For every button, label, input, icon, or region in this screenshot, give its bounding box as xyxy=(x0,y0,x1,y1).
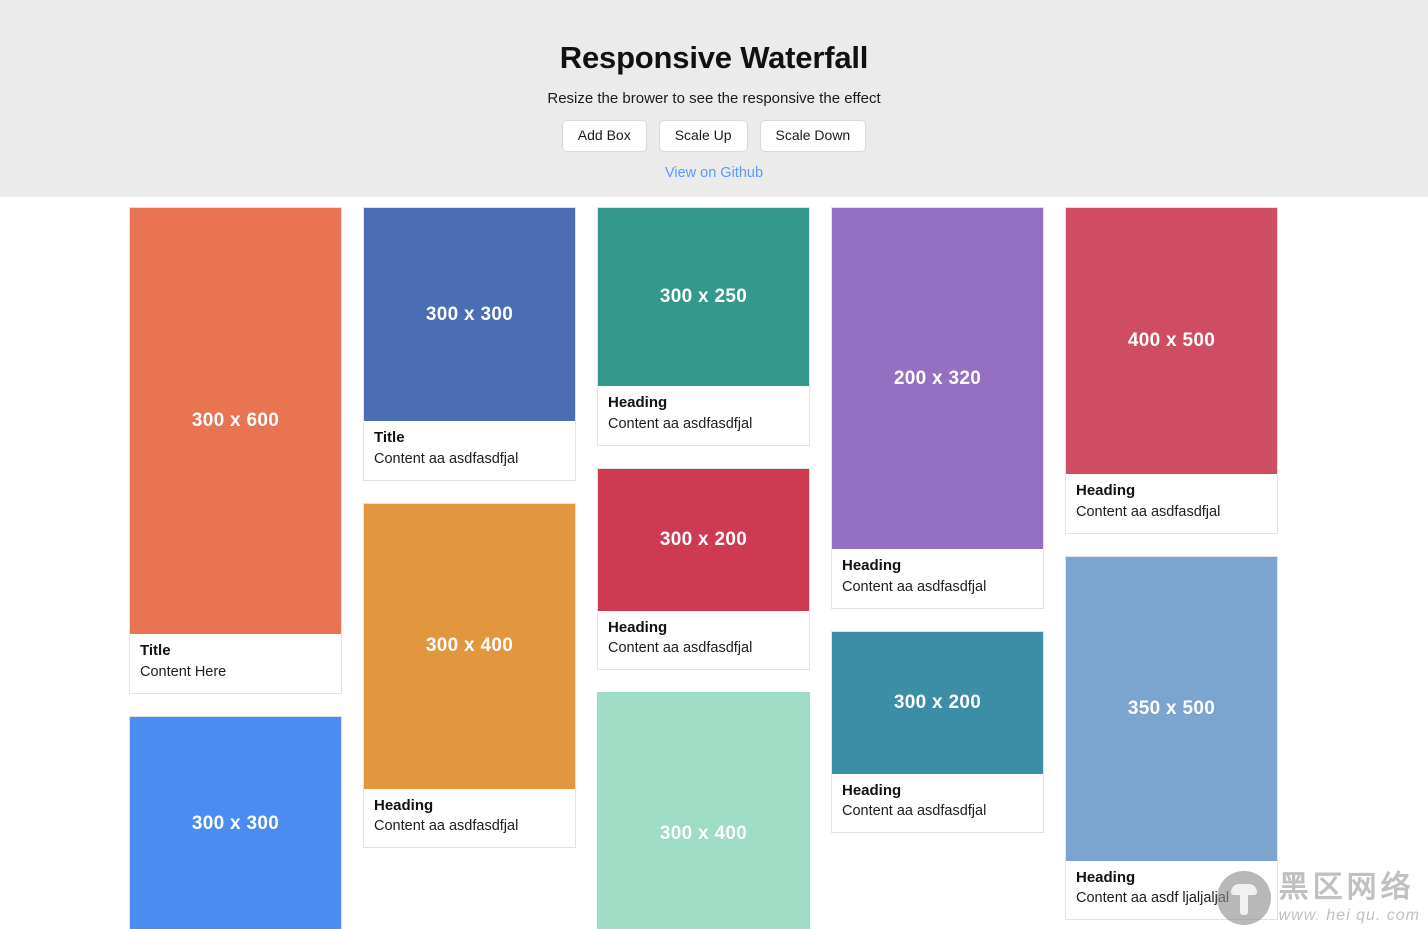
card-thumbnail: 300 x 600 xyxy=(130,208,341,634)
card-text: Content aa asdfasdfjal xyxy=(1076,503,1267,522)
card-heading: Heading xyxy=(1076,869,1267,888)
card-body: HeadingContent aa asdf ljaljaljal xyxy=(1066,861,1277,920)
waterfall-card[interactable]: 300 x 400 xyxy=(597,692,810,929)
waterfall-card[interactable]: 300 x 400 HeadingContent aa asdfasdfjal xyxy=(363,503,576,849)
card-thumbnail: 300 x 400 xyxy=(597,692,810,929)
page-subtitle: Resize the brower to see the responsive … xyxy=(0,90,1428,107)
card-size-label: 300 x 300 xyxy=(426,304,513,326)
card-size-label: 200 x 320 xyxy=(894,368,981,390)
card-text: Content aa asdfasdfjal xyxy=(608,415,799,434)
page-header: Responsive Waterfall Resize the brower t… xyxy=(0,0,1428,197)
scale-up-button[interactable]: Scale Up xyxy=(659,120,748,152)
card-heading: Heading xyxy=(842,557,1033,576)
add-box-button[interactable]: Add Box xyxy=(562,120,647,152)
waterfall-column: 300 x 600 Title Content Here 300 x 300Headi… xyxy=(129,207,342,929)
card-body: HeadingContent aa asdfasdfjal xyxy=(598,611,809,670)
card-thumbnail: 350 x 500 xyxy=(1066,557,1277,861)
card-text: Content Here xyxy=(140,663,331,682)
toolbar-button-row: Add Box Scale Up Scale Down xyxy=(0,120,1428,152)
card-heading: Title xyxy=(374,429,565,448)
card-size-label: 300 x 300 xyxy=(192,813,279,835)
waterfall-card[interactable]: 350 x 500 HeadingContent aa asdf ljaljalj… xyxy=(1065,556,1278,921)
card-body: HeadingContent aa asdfasdfjal xyxy=(364,789,575,848)
card-body: Heading Content aa asdfasdfjal xyxy=(598,386,809,445)
waterfall-card[interactable]: 200 x 320 Heading Content aa asdfasdfjal xyxy=(831,207,1044,609)
card-text: Content aa asdfasdfjal xyxy=(374,450,565,469)
card-body: Title Content aa asdfasdfjal xyxy=(364,421,575,480)
waterfall-card[interactable]: 300 x 300HeadingContent aa asdfasdfjal xyxy=(129,716,342,929)
card-heading: Heading xyxy=(842,782,1033,801)
card-size-label: 300 x 400 xyxy=(426,635,513,657)
card-text: Content aa asdfasdfjal xyxy=(842,578,1033,597)
card-thumbnail: 300 x 250 xyxy=(598,208,809,386)
card-heading: Heading xyxy=(1076,482,1267,501)
waterfall-card[interactable]: 300 x 600 Title Content Here xyxy=(129,207,342,694)
page-title: Responsive Waterfall xyxy=(0,40,1428,76)
card-thumbnail: 200 x 320 xyxy=(832,208,1043,549)
waterfall-column: 400 x 500 Heading Content aa asdfasdfjal 35… xyxy=(1065,207,1278,929)
card-body: Heading Content aa asdfasdfjal xyxy=(1066,474,1277,533)
card-body: Title Content Here xyxy=(130,634,341,693)
card-size-label: 400 x 500 xyxy=(1128,330,1215,352)
card-size-label: 300 x 200 xyxy=(660,529,747,551)
card-size-label: 300 x 600 xyxy=(192,410,279,432)
waterfall-column: 200 x 320HeadingContent aa asdfasdfjal30… xyxy=(831,207,1044,855)
card-heading: Heading xyxy=(608,619,799,638)
view-on-github-link[interactable]: View on Github xyxy=(665,165,763,181)
card-thumbnail: 300 x 300 xyxy=(130,717,341,929)
card-heading: Heading xyxy=(374,797,565,816)
waterfall-card[interactable]: 300 x 250 Heading Content aa asdfasdfjal xyxy=(597,207,810,446)
card-thumbnail: 300 x 200 xyxy=(832,632,1043,774)
waterfall-card[interactable]: 300 x 300 Title Content aa asdfasdfjal xyxy=(363,207,576,481)
waterfall-column: 300 x 300TitleContent aa asdfasdfjal300 … xyxy=(363,207,576,870)
card-size-label: 300 x 250 xyxy=(660,286,747,308)
card-thumbnail: 400 x 500 xyxy=(1066,208,1277,474)
card-text: Content aa asdf ljaljaljal xyxy=(1076,889,1267,908)
card-thumbnail: 300 x 300 xyxy=(364,208,575,421)
waterfall-grid: 300 x 600TitleContent Here300 x 300Headi… xyxy=(0,197,1428,929)
card-size-label: 300 x 400 xyxy=(660,823,747,845)
card-thumbnail: 300 x 200 xyxy=(598,469,809,611)
waterfall-card[interactable]: 300 x 200 HeadingContent aa asdfasdfjal xyxy=(831,631,1044,834)
card-text: Content aa asdfasdfjal xyxy=(608,639,799,658)
card-text: Content aa asdfasdfjal xyxy=(842,802,1033,821)
waterfall-card[interactable]: 400 x 500 Heading Content aa asdfasdfjal xyxy=(1065,207,1278,534)
card-heading: Heading xyxy=(608,394,799,413)
waterfall-column: 300 x 250HeadingContent aa asdfasdfjal30… xyxy=(597,207,810,929)
card-text: Content aa asdfasdfjal xyxy=(374,817,565,836)
scale-down-button[interactable]: Scale Down xyxy=(760,120,867,152)
card-size-label: 300 x 200 xyxy=(894,692,981,714)
card-heading: Title xyxy=(140,642,331,661)
card-body: HeadingContent aa asdfasdfjal xyxy=(832,774,1043,833)
card-thumbnail: 300 x 400 xyxy=(364,504,575,789)
card-body: Heading Content aa asdfasdfjal xyxy=(832,549,1043,608)
waterfall-card[interactable]: 300 x 200 HeadingContent aa asdfasdfjal xyxy=(597,468,810,671)
card-size-label: 350 x 500 xyxy=(1128,698,1215,720)
